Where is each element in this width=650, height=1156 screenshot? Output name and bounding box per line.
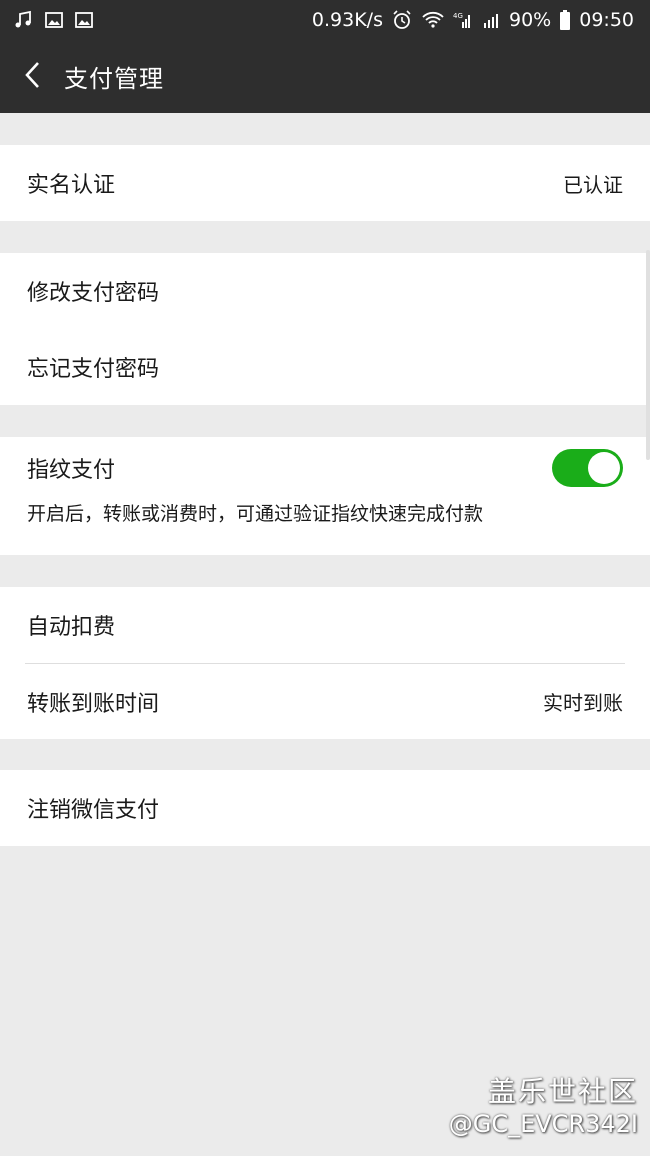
toggle-knob xyxy=(588,452,620,484)
transfer-time-label: 转账到账时间 xyxy=(27,691,160,717)
forgot-password-label: 忘记支付密码 xyxy=(27,357,160,382)
verification-status: 已认证 xyxy=(563,172,623,197)
payment-settings-group: 自动扣费 转账到账时间 实时到账 xyxy=(0,587,650,739)
back-button[interactable] xyxy=(0,40,64,113)
app-header: 支付管理 xyxy=(0,40,650,113)
fingerprint-group: 指纹支付 开启后，转账或消费时，可通过验证指纹快速完成付款 xyxy=(0,437,650,555)
wifi-icon xyxy=(421,10,445,30)
battery-icon xyxy=(559,9,571,31)
status-bar-right: 0.93K/s 4G 90% 09:50 xyxy=(312,9,634,31)
auto-deduct-row[interactable]: 自动扣费 xyxy=(0,587,650,663)
alarm-icon xyxy=(391,9,413,31)
watermark: 盖乐世社区 @GC_EVCR342I xyxy=(449,1070,638,1138)
password-group: 修改支付密码 忘记支付密码 xyxy=(0,253,650,405)
cancel-wechat-pay-label: 注销微信支付 xyxy=(27,798,160,823)
status-bar-left xyxy=(14,10,94,30)
auto-deduct-label: 自动扣费 xyxy=(27,615,116,640)
forgot-password-row[interactable]: 忘记支付密码 xyxy=(0,329,650,405)
image-icon xyxy=(44,10,64,30)
scroll-indicator xyxy=(646,250,650,460)
image-icon xyxy=(74,10,94,30)
signal-icon xyxy=(481,10,501,30)
verification-group: 实名认证 已认证 xyxy=(0,145,650,221)
cancel-wechat-pay-row[interactable]: 注销微信支付 xyxy=(0,770,650,846)
page-title: 支付管理 xyxy=(64,65,164,93)
chevron-left-icon xyxy=(23,60,41,94)
transfer-time-row[interactable]: 转账到账时间 实时到账 xyxy=(0,664,650,739)
change-password-label: 修改支付密码 xyxy=(27,281,160,306)
fingerprint-label: 指纹支付 xyxy=(27,458,116,483)
watermark-user: @GC_EVCR342I xyxy=(448,1110,638,1138)
fingerprint-description: 开启后，转账或消费时，可通过验证指纹快速完成付款 xyxy=(27,503,484,525)
change-password-row[interactable]: 修改支付密码 xyxy=(0,253,650,329)
real-name-verification-label: 实名认证 xyxy=(27,173,116,198)
svg-text:4G: 4G xyxy=(453,12,463,20)
watermark-name: 盖乐世社区 xyxy=(487,1075,638,1108)
real-name-verification-row[interactable]: 实名认证 已认证 xyxy=(0,145,650,221)
status-bar: 0.93K/s 4G 90% 09:50 xyxy=(0,0,650,40)
battery-level: 90% xyxy=(509,9,552,31)
network-speed: 0.93K/s xyxy=(311,9,383,31)
clock: 09:50 xyxy=(579,9,634,31)
signal-4g-icon: 4G xyxy=(453,10,473,30)
transfer-time-value: 实时到账 xyxy=(543,691,623,715)
fingerprint-row: 指纹支付 xyxy=(0,437,650,499)
fingerprint-toggle[interactable] xyxy=(552,449,623,487)
cancel-group: 注销微信支付 xyxy=(0,770,650,846)
music-icon xyxy=(14,10,34,30)
